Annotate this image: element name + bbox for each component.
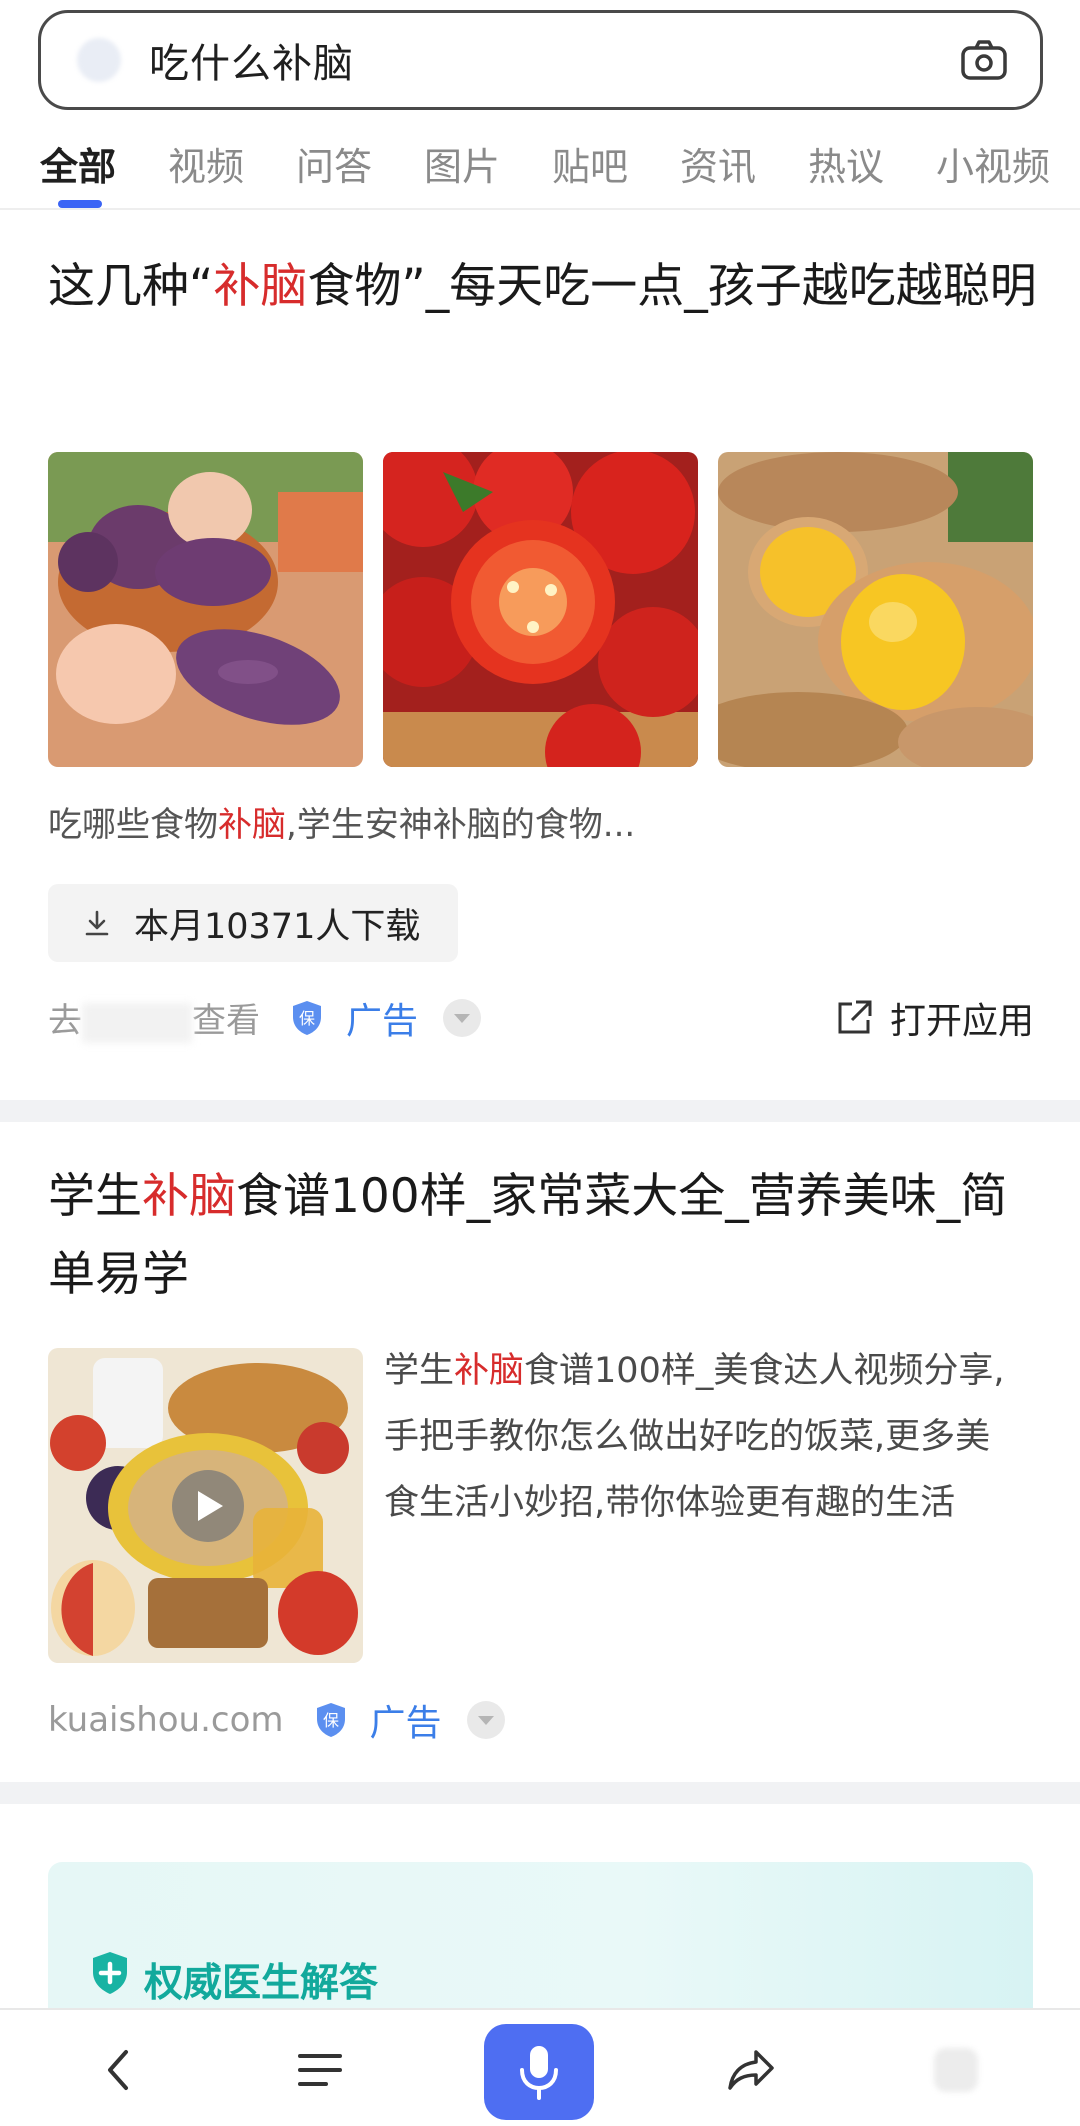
back-icon[interactable]: [90, 2040, 150, 2100]
chevron-down-icon[interactable]: [442, 998, 482, 1038]
bottom-navigation: [0, 2008, 1080, 2126]
menu-icon[interactable]: [290, 2040, 350, 2100]
yellow-sweet-potato-image[interactable]: [718, 452, 1033, 767]
result-card-1[interactable]: 这几种“补脑食物”_每天吃一点_孩子越吃越聪明 吃哪些食物补脑,学生安神补脑的食…: [0, 212, 1080, 1100]
tab-qa[interactable]: 问答: [296, 136, 372, 191]
result-meta: 去查看 保 广告: [48, 988, 482, 1048]
search-box[interactable]: 吃什么补脑: [38, 10, 1043, 110]
source-label[interactable]: 去查看: [48, 993, 260, 1043]
medical-shield-icon: [93, 1952, 127, 1994]
result-meta: kuaishou.com 保 广告: [48, 1690, 506, 1750]
source-domain[interactable]: kuaishou.com: [48, 1700, 284, 1740]
active-tab-indicator: [58, 200, 102, 208]
purple-sweet-potato-eggs-image[interactable]: [48, 452, 363, 767]
category-tabs: 全部 视频 问答 图片 贴吧 资讯 热议 小视频: [0, 120, 1080, 210]
download-count: 本月10371人下载: [134, 906, 421, 947]
open-app-button[interactable]: 打开应用: [834, 988, 1034, 1048]
verified-shield-icon: 保: [316, 1703, 345, 1737]
voice-search-button[interactable]: [484, 2024, 594, 2120]
download-icon: [85, 910, 109, 936]
tab-trending[interactable]: 热议: [808, 136, 884, 191]
video-thumbnail[interactable]: [48, 1348, 363, 1663]
result-separator: [0, 1782, 1080, 1804]
download-button[interactable]: 本月10371人下载: [48, 884, 458, 962]
camera-icon[interactable]: [958, 35, 1010, 87]
search-logo: [77, 38, 121, 82]
external-link-icon: [838, 1000, 872, 1034]
tab-short-video[interactable]: 小视频: [936, 136, 1050, 191]
svg-text:保: 保: [323, 1711, 339, 1730]
verified-shield-icon: 保: [293, 1001, 321, 1035]
result-snippet: 吃哪些食物补脑,学生安神补脑的食物...: [48, 805, 636, 845]
microphone-icon: [520, 2046, 558, 2100]
tab-video[interactable]: 视频: [168, 136, 244, 191]
result-snippet: 学生补脑食谱100样_美食达人视频分享,手把手教你怎么做出好吃的饭菜,更多美食生…: [384, 1351, 1005, 1523]
result-title[interactable]: 这几种“补脑食物”_每天吃一点_孩子越吃越聪明: [48, 248, 1038, 326]
result-title[interactable]: 学生补脑食谱100样_家常菜大全_营养美味_简单易学: [48, 1158, 1038, 1314]
share-icon[interactable]: [722, 2040, 782, 2100]
ad-label: 广告: [369, 1703, 442, 1744]
search-header: 吃什么补脑: [0, 0, 1080, 120]
tab-news[interactable]: 资讯: [680, 136, 756, 191]
profile-icon[interactable]: [934, 2048, 978, 2092]
doctor-answer-title: 权威医生解答: [144, 1961, 379, 2006]
cherry-tomatoes-image[interactable]: [383, 452, 698, 767]
ad-label: 广告: [346, 1001, 419, 1042]
tab-images[interactable]: 图片: [424, 136, 500, 191]
tab-tieba[interactable]: 贴吧: [552, 136, 628, 191]
svg-text:保: 保: [299, 1009, 315, 1028]
tab-all[interactable]: 全部: [40, 136, 116, 191]
search-query[interactable]: 吃什么补脑: [149, 31, 354, 89]
result-card-2[interactable]: 学生补脑食谱100样_家常菜大全_营养美味_简单易学 学生补脑食谱100样_美食…: [0, 1122, 1080, 1782]
chevron-down-icon[interactable]: [466, 1700, 506, 1740]
result-separator: [0, 1100, 1080, 1122]
